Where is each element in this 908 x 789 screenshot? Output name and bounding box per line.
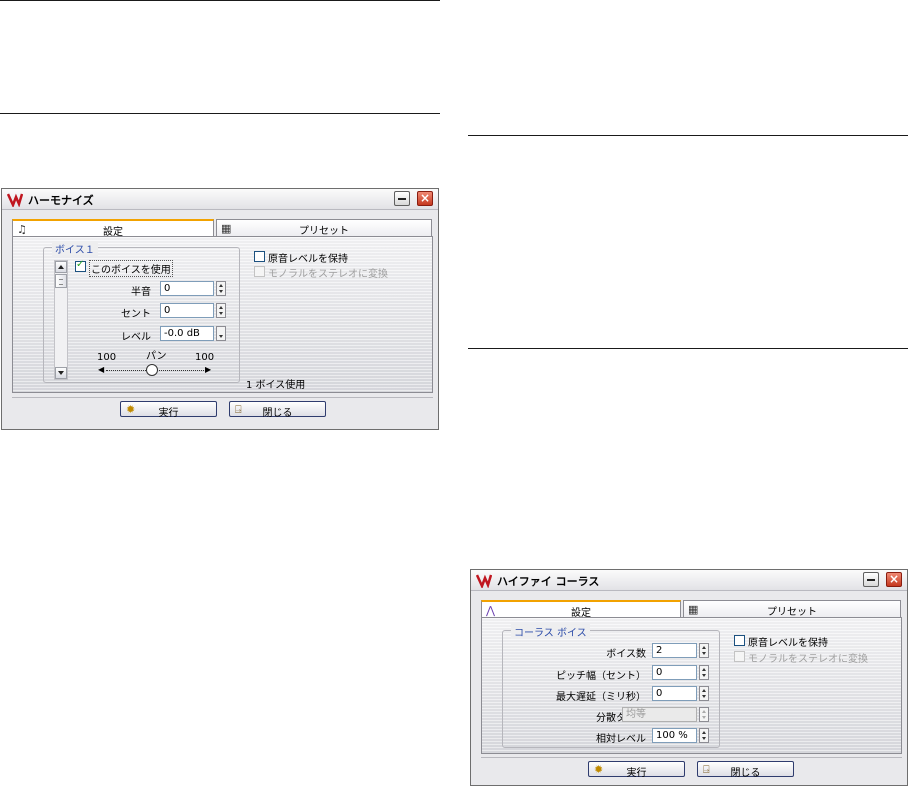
settings-panel: コーラス ボイス ボイス数 2 ピッチ幅（セント） 0 最大遅延（ミリ秒） 0 … — [481, 617, 902, 754]
rule-left-2 — [0, 113, 440, 114]
pan-right-arrow-icon[interactable]: ▶ — [205, 365, 211, 374]
button-separator — [481, 757, 902, 758]
minimize-button[interactable] — [394, 191, 410, 206]
scroll-thumb[interactable] — [55, 274, 67, 288]
scroll-down-button[interactable] — [55, 367, 67, 379]
distribution-type-select[interactable]: 均等 — [622, 707, 697, 722]
close-window-button[interactable]: × — [417, 191, 433, 206]
minimize-button[interactable] — [863, 572, 879, 587]
window-title: ハイファイ コーラス — [497, 575, 600, 588]
execute-button[interactable]: ✹ 実行 — [588, 761, 685, 779]
tab-presets[interactable]: ▦ プリセット — [216, 219, 432, 237]
pitch-width-label: ピッチ幅（セント） — [556, 671, 646, 682]
cent-spinner[interactable] — [216, 303, 226, 318]
tab-presets-label: プリセット — [767, 607, 817, 618]
tab-settings[interactable]: ♫ 設定 — [12, 219, 214, 238]
pan-right-value: 100 — [195, 352, 215, 363]
voice-count-input[interactable]: 2 — [652, 643, 697, 658]
title-bar[interactable]: ハイファイ コーラス × — [471, 570, 907, 591]
rule-right-2 — [468, 348, 908, 349]
level-label: レベル — [121, 332, 151, 343]
distribution-type-spinner[interactable] — [699, 707, 709, 722]
rule-right-1 — [468, 135, 908, 136]
level-dropdown-button[interactable] — [216, 326, 226, 341]
cent-input[interactable]: 0 — [160, 303, 214, 318]
pan-label: パン — [146, 351, 167, 362]
pan-slider-knob[interactable] — [146, 364, 158, 376]
button-separator — [12, 397, 433, 398]
harmonize-dialog: ハーモナイズ × ♫ 設定 ▦ プリセット ボイス１ このボイスを使用 半音 0… — [1, 188, 439, 430]
title-bar[interactable]: ハーモナイズ × — [2, 189, 438, 210]
keep-level-label: 原音レベルを保持 — [268, 254, 348, 265]
keep-level-checkbox[interactable] — [734, 635, 745, 646]
use-voice-checkbox[interactable] — [75, 259, 86, 272]
semitone-spinner[interactable] — [216, 281, 226, 296]
keep-level-checkbox[interactable] — [254, 251, 265, 262]
scroll-up-button[interactable] — [55, 261, 67, 273]
pan-left-value: 100 — [97, 352, 117, 363]
max-delay-spinner[interactable] — [699, 686, 709, 701]
tab-presets[interactable]: ▦ プリセット — [683, 600, 901, 618]
max-delay-label: 最大遅延（ミリ秒） — [556, 692, 646, 703]
voices-used-status: 1 ボイス使用 — [246, 380, 306, 391]
close-button[interactable]: ⍈ 閉じる — [229, 401, 326, 419]
mono-stereo-label: モノラルをステレオに変換 — [268, 269, 388, 280]
relative-level-input[interactable]: 100 % — [652, 728, 697, 743]
relative-level-spinner[interactable] — [699, 728, 709, 743]
voice-scrollbar[interactable] — [54, 260, 68, 380]
semitone-label: 半音 — [131, 287, 151, 298]
settings-panel: ボイス１ このボイスを使用 半音 0 セント 0 レベル -0.0 dB 100… — [12, 236, 433, 393]
app-logo-icon — [476, 574, 492, 588]
tab-presets-label: プリセット — [299, 226, 349, 237]
cent-label: セント — [121, 309, 151, 320]
execute-button[interactable]: ✹ 実行 — [120, 401, 217, 419]
relative-level-label: 相対レベル — [596, 734, 646, 745]
rule-left-top — [0, 0, 440, 1]
mono-stereo-checkbox[interactable] — [734, 651, 745, 662]
level-input[interactable]: -0.0 dB — [160, 326, 214, 341]
chorus-voice-group-label: コーラス ボイス — [511, 624, 590, 639]
voice-count-label: ボイス数 — [606, 649, 646, 660]
window-title: ハーモナイズ — [28, 194, 94, 207]
semitone-input[interactable]: 0 — [160, 281, 214, 296]
pitch-width-input[interactable]: 0 — [652, 665, 697, 680]
pitch-width-spinner[interactable] — [699, 665, 709, 680]
tab-settings[interactable]: ⋀ 設定 — [481, 600, 681, 619]
mono-stereo-label: モノラルをステレオに変換 — [748, 654, 868, 665]
chorus-dialog: ハイファイ コーラス × ⋀ 設定 ▦ プリセット コーラス ボイス ボイス数 … — [470, 569, 908, 786]
voice-count-spinner[interactable] — [699, 643, 709, 658]
use-voice-label: このボイスを使用 — [89, 260, 173, 277]
close-window-button[interactable]: × — [886, 572, 902, 587]
keep-level-label: 原音レベルを保持 — [748, 638, 828, 649]
mono-stereo-checkbox[interactable] — [254, 266, 265, 277]
app-logo-icon — [7, 193, 23, 207]
voice-group-label: ボイス１ — [52, 241, 98, 256]
max-delay-input[interactable]: 0 — [652, 686, 697, 701]
pan-left-arrow-icon[interactable]: ◀ — [98, 365, 104, 374]
close-button[interactable]: ⍈ 閉じる — [697, 761, 794, 779]
